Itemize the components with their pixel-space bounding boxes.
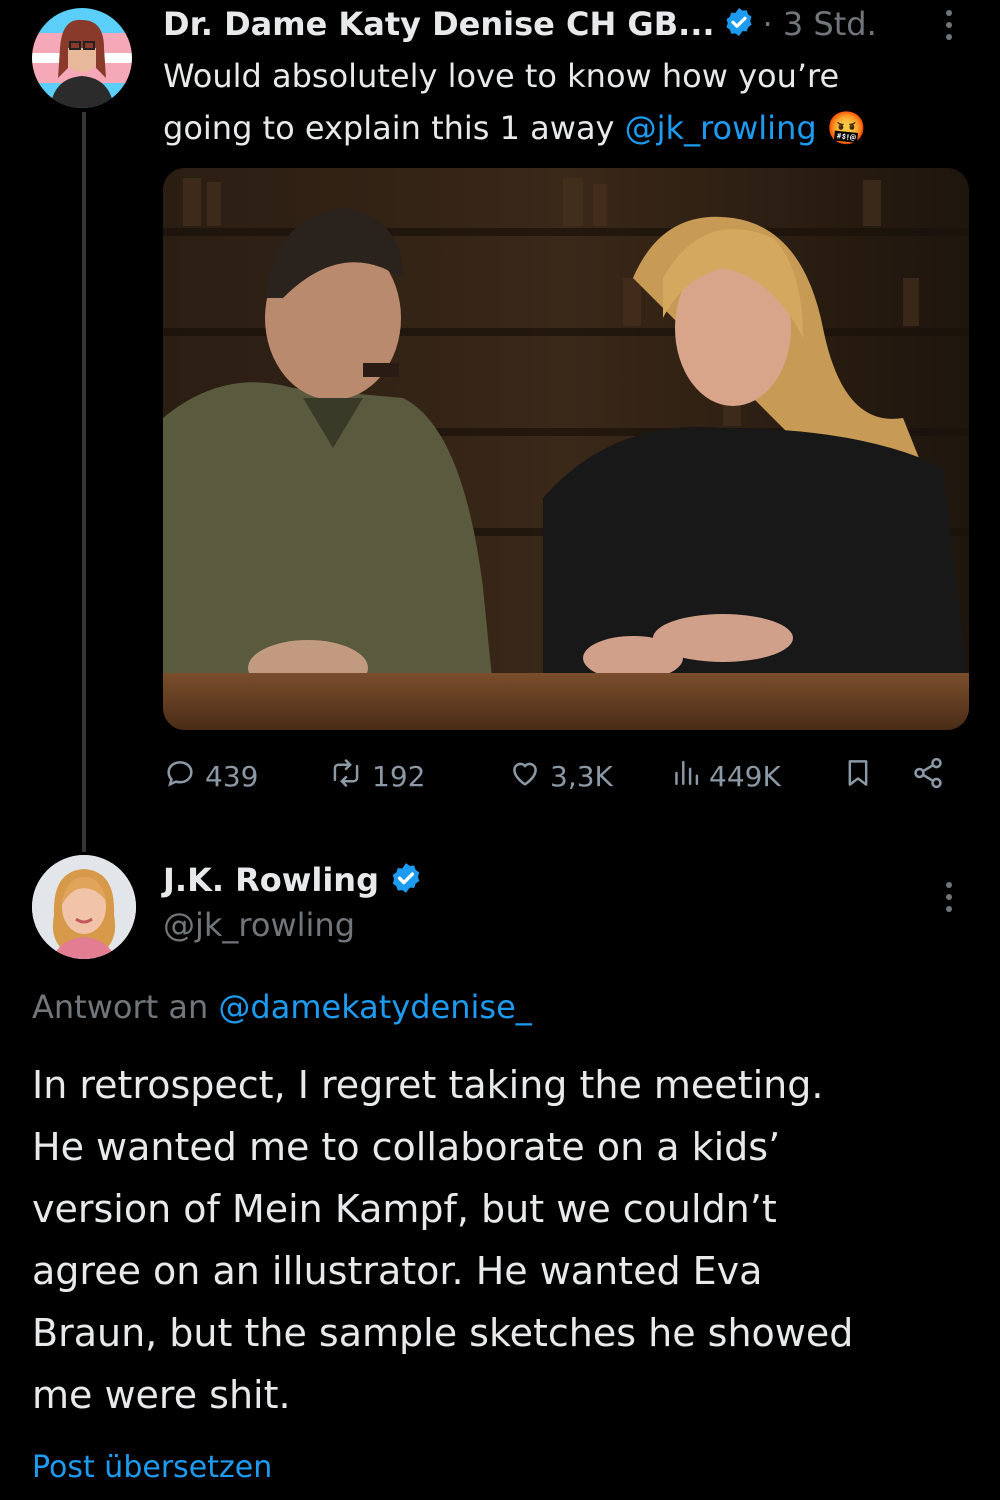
reply-button[interactable]: 439 xyxy=(163,756,258,797)
tweet1-line1: Would absolutely love to know how you’re xyxy=(163,57,840,95)
reply-prefix: Antwort an xyxy=(32,988,219,1026)
author-name[interactable]: Dr. Dame Katy Denise CH GB... xyxy=(163,5,715,43)
tweet2-line: He wanted me to collaborate on a kids’ xyxy=(32,1125,781,1169)
tweet2-line: agree on an illustrator. He wanted Eva xyxy=(32,1249,763,1293)
like-icon xyxy=(508,756,542,797)
share-icon[interactable] xyxy=(911,756,945,790)
mention-link[interactable]: @jk_rowling xyxy=(625,109,817,147)
tweet1-line2-text: going to explain this 1 away xyxy=(163,109,625,147)
thread-connector xyxy=(82,112,86,852)
views-button[interactable]: 449K xyxy=(671,756,781,797)
avatar-katy[interactable] xyxy=(32,8,132,108)
more-icon[interactable] xyxy=(946,10,952,40)
translate-link[interactable]: Post übersetzen xyxy=(32,1450,272,1485)
bookmark-icon[interactable] xyxy=(843,756,873,790)
author-handle[interactable]: @jk_rowling xyxy=(163,906,355,944)
like-button[interactable]: 3,3K xyxy=(508,756,613,797)
tweet2-line: In retrospect, I regret taking the meeti… xyxy=(32,1063,824,1107)
author-name[interactable]: J.K. Rowling xyxy=(163,861,379,899)
reply-count: 439 xyxy=(205,760,259,793)
angry-emoji: 🤬 xyxy=(826,109,867,147)
like-count: 3,3K xyxy=(550,760,613,793)
tweet2-header: J.K. Rowling xyxy=(163,858,423,902)
tweet1-line2: going to explain this 1 away @jk_rowling… xyxy=(163,102,953,154)
reply-icon xyxy=(163,756,197,797)
tweet1-header: Dr. Dame Katy Denise CH GB... · 3 Std. xyxy=(163,2,877,46)
tweet-time[interactable]: · 3 Std. xyxy=(763,5,877,43)
reply-context: Antwort an @damekatydenise_ xyxy=(32,988,532,1026)
verified-icon xyxy=(389,861,423,899)
tweet-image[interactable] xyxy=(163,168,969,730)
reply-to-link[interactable]: @damekatydenise_ xyxy=(218,988,531,1026)
tweet2-line: Braun, but the sample sketches he showed xyxy=(32,1311,854,1355)
tweet2-line: version of Mein Kampf, but we couldn’t xyxy=(32,1187,777,1231)
views-icon xyxy=(671,756,701,797)
tweet2-line: me were shit. xyxy=(32,1373,291,1417)
tweet1-actions: 439 192 3,3K 449K xyxy=(163,756,953,802)
views-count: 449K xyxy=(709,760,781,793)
verified-icon xyxy=(723,6,755,42)
repost-count: 192 xyxy=(372,760,426,793)
more-icon[interactable] xyxy=(946,882,952,912)
repost-icon xyxy=(328,756,364,797)
tweet1-text: Would absolutely love to know how you’re… xyxy=(163,50,953,154)
avatar-jk-rowling[interactable] xyxy=(32,855,136,959)
tweet2-text: In retrospect, I regret taking the meeti… xyxy=(32,1054,972,1426)
repost-button[interactable]: 192 xyxy=(328,756,425,797)
